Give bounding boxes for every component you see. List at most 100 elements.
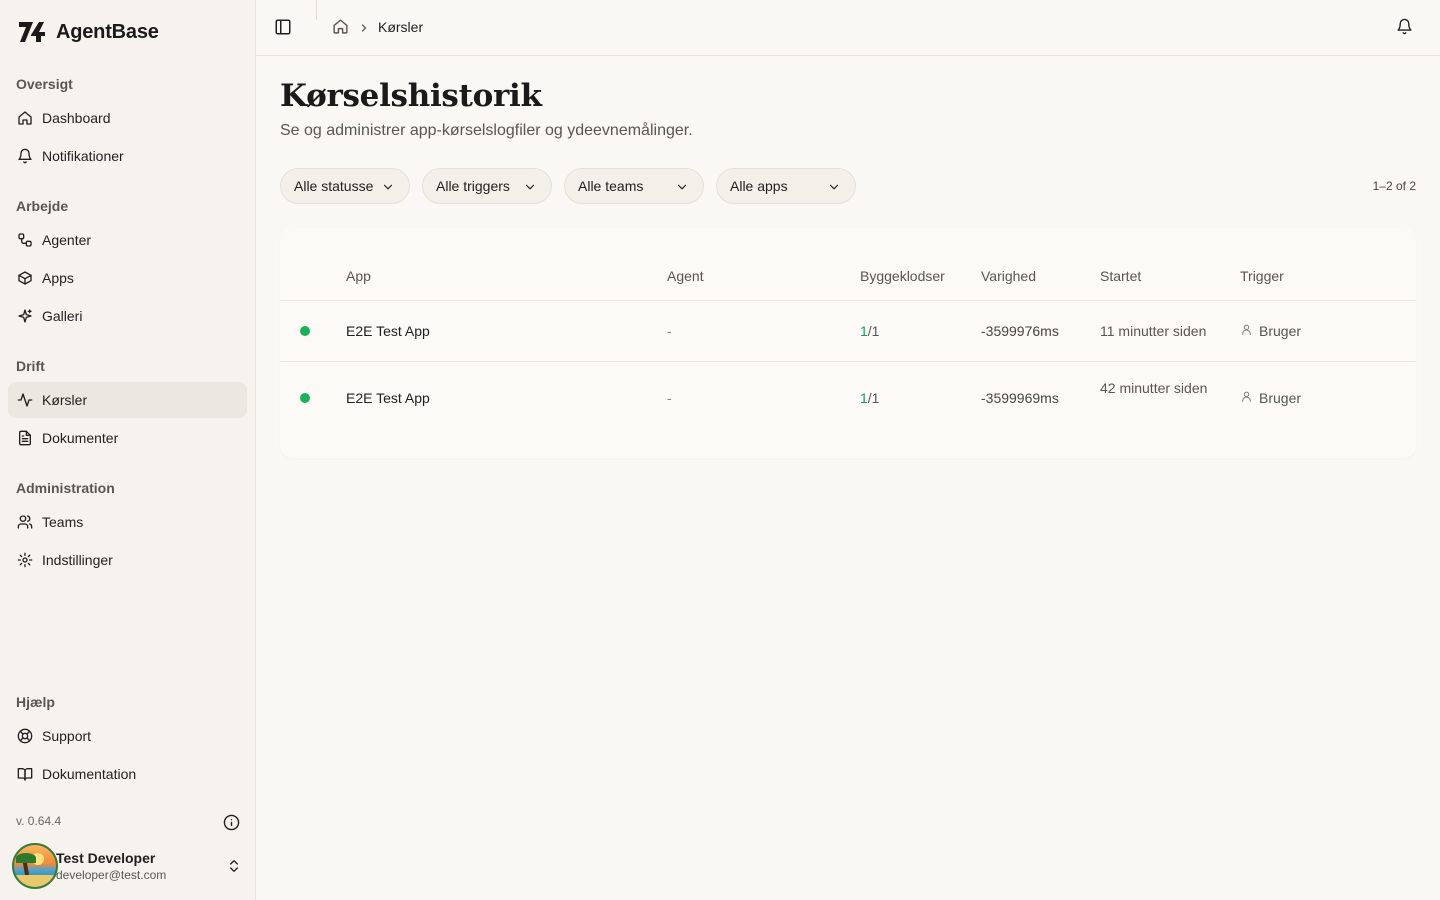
row-app: E2E Test App [346, 323, 430, 339]
workflow-icon [16, 231, 34, 249]
section-title-hjaelp: Hjælp [16, 694, 55, 710]
sparkles-icon [16, 307, 34, 325]
chevron-down-icon [675, 180, 689, 194]
row-trigger: Bruger [1240, 323, 1301, 339]
sidebar-toggle-icon[interactable] [274, 18, 294, 38]
sidebar-item-label: Apps [42, 270, 74, 286]
row-agent: - [667, 390, 672, 406]
row-started: 11 minutter siden [1100, 323, 1207, 339]
sidebar-item-notifikationer[interactable]: Notifikationer [8, 138, 247, 174]
section-title-administration: Administration [16, 480, 115, 496]
sidebar-item-agenter[interactable]: Agenter [8, 222, 247, 258]
blocks-total: /1 [867, 390, 880, 406]
lifebuoy-icon [16, 727, 34, 745]
runs-table [280, 228, 1416, 458]
blocks-done: 1 [860, 390, 868, 406]
section-title-drift: Drift [16, 358, 45, 374]
sidebar-item-teams[interactable]: Teams [8, 504, 247, 540]
user-menu[interactable]: Test Developer developer@test.com [12, 842, 248, 890]
row-duration: -3599976ms [981, 323, 1059, 339]
row-divider [280, 361, 1416, 362]
row-blocks: 1/1 [860, 390, 879, 406]
column-header-blocks[interactable]: Byggeklodser [860, 268, 945, 284]
sidebar: AgentBase Oversigt Dashboard Notifikatio… [0, 0, 256, 900]
document-icon [16, 429, 34, 447]
chevrons-up-down-icon[interactable] [226, 858, 242, 874]
status-dot [300, 326, 310, 336]
trigger-label: Bruger [1259, 390, 1302, 406]
row-duration: -3599969ms [981, 390, 1059, 406]
column-header-app[interactable]: App [346, 268, 371, 284]
result-count: 1–2 of 2 [1372, 179, 1416, 193]
sidebar-item-apps[interactable]: Apps [8, 260, 247, 296]
sidebar-item-label: Dokumenter [42, 430, 119, 446]
notifications-bell-icon[interactable] [1396, 18, 1416, 38]
sidebar-item-support[interactable]: Support [8, 718, 247, 754]
user-icon [1240, 390, 1253, 406]
sidebar-item-dokumentation[interactable]: Dokumentation [8, 756, 247, 792]
sidebar-item-label: Notifikationer [42, 148, 124, 164]
bell-icon [16, 147, 34, 165]
row-started: 42 minutter siden [1100, 380, 1208, 396]
row-blocks: 1/1 [860, 323, 879, 339]
column-header-agent[interactable]: Agent [667, 268, 704, 284]
agentbase-logo-icon [16, 18, 48, 46]
sidebar-item-label: Dashboard [42, 110, 111, 126]
breadcrumb-home-icon[interactable] [332, 18, 350, 36]
sidebar-item-label: Agenter [42, 232, 92, 248]
chevron-right-icon [358, 21, 370, 33]
sidebar-item-korsler[interactable]: Kørsler [8, 382, 247, 418]
box-icon [16, 269, 34, 287]
activity-icon [16, 391, 34, 409]
column-header-trigger[interactable]: Trigger [1240, 268, 1284, 284]
gear-icon [16, 551, 34, 569]
filter-teams[interactable]: Alle teams [564, 168, 704, 204]
sidebar-item-galleri[interactable]: Galleri [8, 298, 247, 334]
page-title: Kørselshistorik [280, 78, 542, 114]
filter-label: Alle teams [578, 178, 644, 194]
filter-label: Alle triggers [436, 178, 510, 194]
sidebar-item-label: Kørsler [42, 392, 88, 408]
blocks-total: /1 [867, 323, 880, 339]
filter-apps[interactable]: Alle apps [716, 168, 856, 204]
section-title-arbejde: Arbejde [16, 198, 69, 214]
user-name: Test Developer [56, 850, 156, 866]
column-header-started[interactable]: Startet [1100, 268, 1141, 284]
trigger-label: Bruger [1259, 323, 1302, 339]
sidebar-item-label: Dokumentation [42, 766, 137, 782]
header-divider [316, 0, 317, 20]
filter-label: Alle statusse [294, 178, 374, 194]
sidebar-item-label: Galleri [42, 308, 83, 324]
users-icon [16, 513, 34, 531]
filter-label: Alle apps [730, 178, 788, 194]
row-app: E2E Test App [346, 390, 430, 406]
app-version: v. 0.64.4 [16, 814, 62, 828]
info-icon[interactable] [222, 813, 240, 831]
breadcrumb: Kørsler [332, 18, 423, 36]
sidebar-item-label: Indstillinger [42, 552, 113, 568]
sidebar-item-label: Support [42, 728, 92, 744]
table-header-divider [280, 300, 1416, 301]
row-trigger: Bruger [1240, 390, 1301, 406]
page-subtitle: Se og administrer app-kørselslogfiler og… [280, 122, 693, 139]
avatar [12, 843, 58, 889]
user-icon [1240, 323, 1253, 339]
brand-name: AgentBase [56, 20, 159, 43]
brand[interactable]: AgentBase [16, 18, 159, 46]
chevron-down-icon [523, 180, 537, 194]
home-icon [16, 109, 34, 127]
blocks-done: 1 [860, 323, 868, 339]
sidebar-item-dashboard[interactable]: Dashboard [8, 100, 247, 136]
column-header-duration[interactable]: Varighed [981, 268, 1036, 284]
status-dot [300, 393, 310, 403]
top-bar: Kørsler [256, 0, 1440, 56]
sidebar-item-indstillinger[interactable]: Indstillinger [8, 542, 247, 578]
user-email: developer@test.com [56, 868, 167, 882]
filter-triggers[interactable]: Alle triggers [422, 168, 552, 204]
chevron-down-icon [381, 180, 395, 194]
breadcrumb-current: Kørsler [378, 19, 424, 35]
sidebar-item-dokumenter[interactable]: Dokumenter [8, 420, 247, 456]
chevron-down-icon [827, 180, 841, 194]
row-agent: - [667, 323, 672, 339]
filter-status[interactable]: Alle statusse [280, 168, 410, 204]
